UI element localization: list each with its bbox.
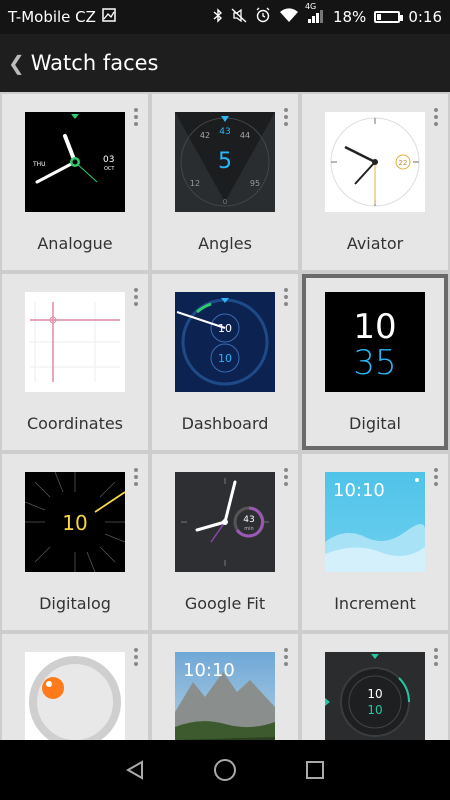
watch-face-preview: 10 10: [175, 292, 275, 392]
network-type: 4G: [304, 1, 317, 11]
carrier-name: T-Mobile CZ: [8, 8, 96, 26]
overflow-menu-icon[interactable]: [134, 648, 140, 669]
angles-center: 5: [218, 149, 232, 174]
overflow-menu-icon[interactable]: [134, 468, 140, 489]
recents-nav-icon[interactable]: [301, 756, 329, 784]
navigation-bar: [0, 740, 450, 800]
angles-left1: 42: [200, 131, 210, 140]
watch-face-preview: 43 min: [175, 472, 275, 572]
watch-face-preview: 10 35: [325, 292, 425, 392]
watch-face-label: Angles: [198, 234, 252, 253]
overflow-menu-icon[interactable]: [284, 648, 290, 669]
analogue-date: 03: [103, 155, 114, 165]
battery-icon: [374, 11, 404, 23]
watch-face-tile[interactable]: 10:10: [152, 634, 298, 740]
digital-minute: 35: [353, 343, 396, 383]
page-title: Watch faces: [30, 51, 159, 75]
watch-face-preview: 22: [325, 112, 425, 212]
watch-face-preview: [25, 652, 125, 740]
watch-face-tile-aviator[interactable]: 22 Aviator: [302, 94, 448, 270]
watch-face-preview: 10 10: [325, 652, 425, 740]
watch-face-tile-coordinates[interactable]: Coordinates: [2, 274, 148, 450]
watch-face-preview: 10:10: [175, 652, 275, 740]
analogue-month: OCT: [104, 166, 115, 172]
watch-face-label: Google Fit: [184, 594, 266, 613]
watch-face-preview: 43 42 44 5 12 95 0: [175, 112, 275, 212]
teal-bottom: 10: [367, 703, 382, 717]
watch-face-tile-analogue[interactable]: THU 03 OCT Analogue: [2, 94, 148, 270]
overflow-menu-icon[interactable]: [434, 468, 440, 489]
alarm-icon: [255, 7, 271, 27]
watch-face-preview: THU 03 OCT: [25, 112, 125, 212]
wifi-icon: [279, 7, 299, 27]
home-nav-icon[interactable]: [211, 756, 239, 784]
bluetooth-icon: [213, 7, 223, 27]
overflow-menu-icon[interactable]: [434, 108, 440, 129]
watch-face-label: Digital: [349, 414, 401, 433]
watch-face-label: Digitalog: [39, 594, 111, 613]
watch-face-label: Analogue: [37, 234, 113, 253]
overflow-menu-icon[interactable]: [134, 108, 140, 129]
watch-face-label: Coordinates: [26, 414, 124, 433]
watch-face-tile-increment[interactable]: 10:10 Increment: [302, 454, 448, 630]
teal-top: 10: [367, 687, 382, 701]
digital-hour: 10: [353, 307, 396, 347]
googlefit-unit: min: [244, 526, 253, 532]
watch-face-label: Dashboard: [181, 414, 269, 433]
angles-right2: 95: [250, 179, 260, 188]
watch-face-tile[interactable]: [2, 634, 148, 740]
mute-icon: [231, 7, 247, 27]
overflow-menu-icon[interactable]: [434, 648, 440, 669]
back-nav-icon[interactable]: [121, 756, 149, 784]
watch-face-preview: [25, 292, 125, 392]
analogue-day: THU: [32, 161, 46, 168]
watch-face-label: Increment: [334, 594, 416, 613]
angles-right1: 44: [240, 131, 250, 140]
angles-top: 43: [219, 127, 230, 137]
image-notification-icon: [102, 8, 116, 26]
overflow-menu-icon[interactable]: [284, 468, 290, 489]
watch-face-preview: 10: [25, 472, 125, 572]
watch-face-tile-angles[interactable]: 43 42 44 5 12 95 0 Angles: [152, 94, 298, 270]
angles-bottom: 0: [223, 198, 227, 206]
increment-time: 10:10: [333, 480, 385, 501]
app-bar: ❮ Watch faces: [0, 34, 450, 92]
overflow-menu-icon[interactable]: [134, 288, 140, 309]
watch-face-tile[interactable]: 10 10: [302, 634, 448, 740]
overflow-menu-icon[interactable]: [284, 108, 290, 129]
back-chevron-icon[interactable]: ❮: [8, 51, 25, 75]
watch-face-tile-dashboard[interactable]: 10 10 Dashboard: [152, 274, 298, 450]
watch-face-grid: THU 03 OCT Analogue 43 42 44 5 12 95 0 A…: [0, 92, 450, 740]
dashboard-bottom: 10: [218, 352, 232, 365]
aviator-sub: 22: [399, 159, 408, 167]
watch-face-tile-digitalog[interactable]: 10 Digitalog: [2, 454, 148, 630]
overflow-menu-icon[interactable]: [284, 288, 290, 309]
watch-face-tile-digital[interactable]: 10 35 Digital: [302, 274, 448, 450]
googlefit-value: 43: [243, 515, 254, 525]
watch-face-tile-google-fit[interactable]: 43 min Google Fit: [152, 454, 298, 630]
signal-icon: 4G: [305, 2, 325, 27]
clock: 0:16: [408, 8, 442, 26]
angles-left2: 12: [190, 179, 200, 188]
watch-face-preview: 10:10: [325, 472, 425, 572]
digitalog-time: 10: [62, 511, 87, 535]
battery-percent: 18%: [332, 8, 367, 26]
dashboard-top: 10: [218, 322, 232, 335]
status-bar: T-Mobile CZ 4G 18% 0:16: [0, 0, 450, 34]
landscape-time: 10:10: [183, 660, 235, 681]
watch-face-label: Aviator: [346, 234, 404, 253]
